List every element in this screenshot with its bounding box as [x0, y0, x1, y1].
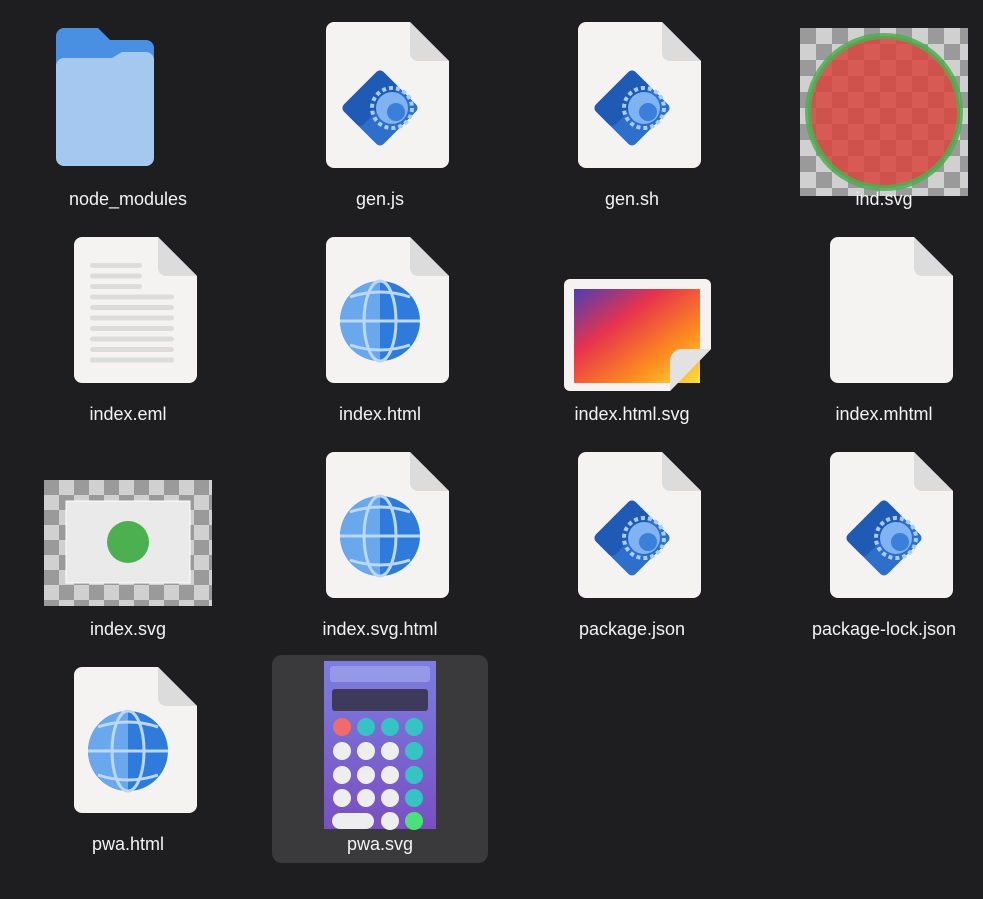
file-name: index.html.svg: [574, 404, 690, 424]
file-name: index.svg: [89, 619, 167, 639]
script-file-icon: [776, 440, 983, 618]
script-file-icon: [524, 10, 740, 188]
web-globe-file-icon: [272, 440, 488, 618]
file-name: node_modules: [68, 189, 188, 209]
file-item[interactable]: index.html.svg: [524, 225, 740, 433]
svg-thumbnail-red-circle: [776, 10, 983, 196]
blank-file-icon: [776, 225, 983, 403]
file-item[interactable]: package.json: [524, 440, 740, 648]
svg-thumbnail-green-dot: [20, 440, 236, 618]
folder-icon: [20, 10, 236, 188]
file-item[interactable]: index.mhtml: [776, 225, 983, 433]
file-name: pwa.html: [91, 834, 165, 854]
web-globe-file-icon: [272, 225, 488, 403]
file-name: index.svg.html: [322, 619, 438, 639]
web-globe-file-icon: [20, 655, 236, 833]
file-name: index.eml: [89, 404, 167, 424]
file-item[interactable]: package-lock.json: [776, 440, 983, 648]
file-item[interactable]: index.html: [272, 225, 488, 433]
file-name: index.html: [338, 404, 422, 424]
svg-thumbnail-calculator: [272, 655, 488, 833]
file-item[interactable]: index.svg.html: [272, 440, 488, 648]
file-item[interactable]: index.eml: [20, 225, 236, 433]
script-file-icon: [272, 10, 488, 188]
file-name: package.json: [578, 619, 686, 639]
script-file-icon: [524, 440, 740, 618]
file-name: gen.sh: [604, 189, 660, 209]
file-item[interactable]: index.svg: [20, 440, 236, 648]
file-name: ind.svg: [855, 189, 913, 209]
file-item[interactable]: node_modules: [20, 10, 236, 218]
file-item[interactable]: gen.sh: [524, 10, 740, 218]
file-item[interactable]: pwa.html: [20, 655, 236, 863]
file-name: pwa.svg: [346, 834, 414, 854]
file-item[interactable]: ind.svg: [776, 10, 983, 218]
file-item[interactable]: gen.js: [272, 10, 488, 218]
file-name: package-lock.json: [811, 619, 957, 639]
image-file-icon: [524, 225, 740, 403]
file-name: index.mhtml: [835, 404, 933, 424]
file-grid: node_modules gen.js gen.sh ind.svg index…: [0, 0, 983, 899]
text-document-icon: [20, 225, 236, 403]
file-name: gen.js: [355, 189, 405, 209]
file-item[interactable]: pwa.svg: [272, 655, 488, 863]
